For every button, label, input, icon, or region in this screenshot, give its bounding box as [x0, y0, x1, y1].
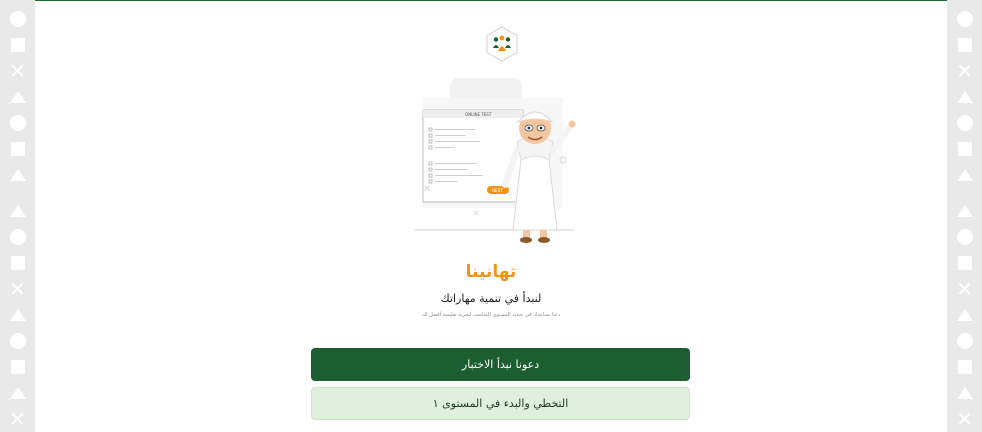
- pattern-square-icon: [7, 138, 28, 159]
- start-test-button[interactable]: دعونا نبدأ الاختبار: [311, 348, 690, 381]
- pattern-triangle-icon: [7, 382, 28, 403]
- pattern-square-icon: [954, 138, 975, 159]
- pattern-x-icon: ✕: [956, 58, 973, 83]
- pattern-circle-icon: [954, 226, 975, 247]
- pattern-triangle-icon: [7, 200, 28, 221]
- pattern-triangle-icon: [954, 200, 975, 221]
- pattern-triangle-icon: [7, 164, 28, 185]
- pattern-circle-icon: [7, 8, 28, 29]
- pattern-circle-icon: [7, 330, 28, 351]
- sheet-title: ONLINE TEST: [465, 112, 492, 117]
- pattern-x-icon: ✕: [9, 406, 26, 431]
- pattern-square-icon: [954, 356, 975, 377]
- skip-to-level-1-button[interactable]: التخطي والبدء في المستوى ١: [311, 387, 690, 420]
- pattern-square-icon: [954, 34, 975, 55]
- pattern-circle-icon: [954, 330, 975, 351]
- people-group-icon: [484, 26, 520, 62]
- pattern-triangle-icon: [954, 382, 975, 403]
- pattern-circle-icon: [7, 112, 28, 133]
- pattern-triangle-icon: [954, 86, 975, 107]
- pattern-triangle-icon: [7, 86, 28, 107]
- pattern-circle-icon: [7, 226, 28, 247]
- pattern-triangle-icon: [954, 164, 975, 185]
- pattern-x-icon: ✕: [956, 406, 973, 431]
- left-decorative-pattern: ✕ ✕ ✕: [0, 0, 35, 432]
- page-title: تهانينا: [465, 262, 517, 282]
- svg-text:✕: ✕: [423, 184, 431, 195]
- sheet-next-button: NEXT: [492, 188, 503, 193]
- right-decorative-pattern: ✕ ✕ ✕: [947, 0, 982, 432]
- pattern-x-icon: ✕: [9, 58, 26, 83]
- svg-text:✕: ✕: [473, 209, 480, 218]
- pattern-circle-icon: [954, 112, 975, 133]
- page-subtitle: لنبدأ في تنمية مهاراتك: [440, 292, 542, 305]
- online-test-character-illustration: ONLINE TEST NEXT ✕ ✕: [395, 70, 595, 250]
- pattern-square-icon: [7, 34, 28, 55]
- pattern-circle-icon: [954, 8, 975, 29]
- page-note: دعنا نساعدك في تحديد المستوى المناسب لتج…: [421, 312, 561, 318]
- pattern-square-icon: [7, 356, 28, 377]
